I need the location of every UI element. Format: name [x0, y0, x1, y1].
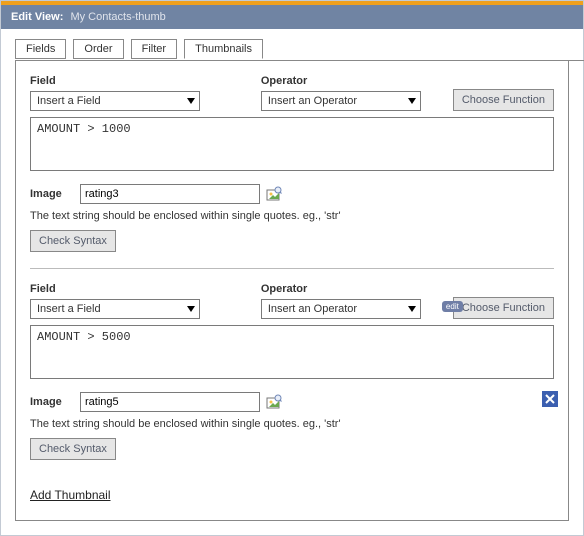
operator-label: Operator [261, 75, 445, 87]
operator-dropdown-value: Insert an Operator [268, 303, 357, 315]
image-input[interactable] [80, 392, 260, 412]
tab-filter[interactable]: Filter [131, 39, 177, 59]
field-dropdown[interactable]: Insert a Field [30, 91, 200, 111]
tab-thumbnails[interactable]: Thumbnails [184, 39, 263, 59]
header-subtitle: My Contacts-thumb [70, 11, 165, 23]
operator-label: Operator [261, 283, 445, 295]
choose-function-button[interactable]: Choose Function [453, 89, 554, 111]
field-dropdown-value: Insert a Field [37, 303, 101, 315]
image-label: Image [30, 396, 80, 408]
close-icon [545, 394, 555, 404]
image-picker-icon[interactable] [266, 394, 282, 410]
add-thumbnail-link[interactable]: Add Thumbnail [30, 488, 111, 502]
field-dropdown-value: Insert a Field [37, 95, 101, 107]
operator-dropdown[interactable]: Insert an Operator [261, 91, 421, 111]
thumbnail-rule-block: Field Insert a Field Operator Insert an … [30, 75, 554, 269]
expression-textarea[interactable] [30, 325, 554, 379]
image-picker-icon[interactable] [266, 186, 282, 202]
field-dropdown[interactable]: Insert a Field [30, 299, 200, 319]
expression-textarea[interactable] [30, 117, 554, 171]
image-input[interactable] [80, 184, 260, 204]
tab-bar: Fields Order Filter Thumbnails [15, 39, 583, 61]
edit-badge[interactable]: edit [442, 301, 463, 312]
check-syntax-button[interactable]: Check Syntax [30, 438, 116, 460]
syntax-hint: The text string should be enclosed withi… [30, 210, 554, 222]
chevron-down-icon [408, 306, 416, 312]
tab-content: Field Insert a Field Operator Insert an … [15, 61, 569, 521]
check-syntax-button[interactable]: Check Syntax [30, 230, 116, 252]
field-label: Field [30, 75, 251, 87]
header-title-label: Edit View: [11, 11, 63, 23]
chevron-down-icon [187, 98, 195, 104]
view-header: Edit View: My Contacts-thumb [1, 5, 583, 29]
image-label: Image [30, 188, 80, 200]
chevron-down-icon [408, 98, 416, 104]
field-label: Field [30, 283, 251, 295]
operator-dropdown-value: Insert an Operator [268, 95, 357, 107]
tab-order[interactable]: Order [73, 39, 123, 59]
choose-function-button[interactable]: Choose Function [453, 297, 554, 319]
thumbnail-rule-block: Field Insert a Field Operator Insert an … [30, 283, 554, 476]
syntax-hint: The text string should be enclosed withi… [30, 418, 554, 430]
remove-block-button[interactable] [542, 391, 558, 407]
chevron-down-icon [187, 306, 195, 312]
operator-dropdown[interactable]: Insert an Operator [261, 299, 421, 319]
tab-fields[interactable]: Fields [15, 39, 66, 59]
